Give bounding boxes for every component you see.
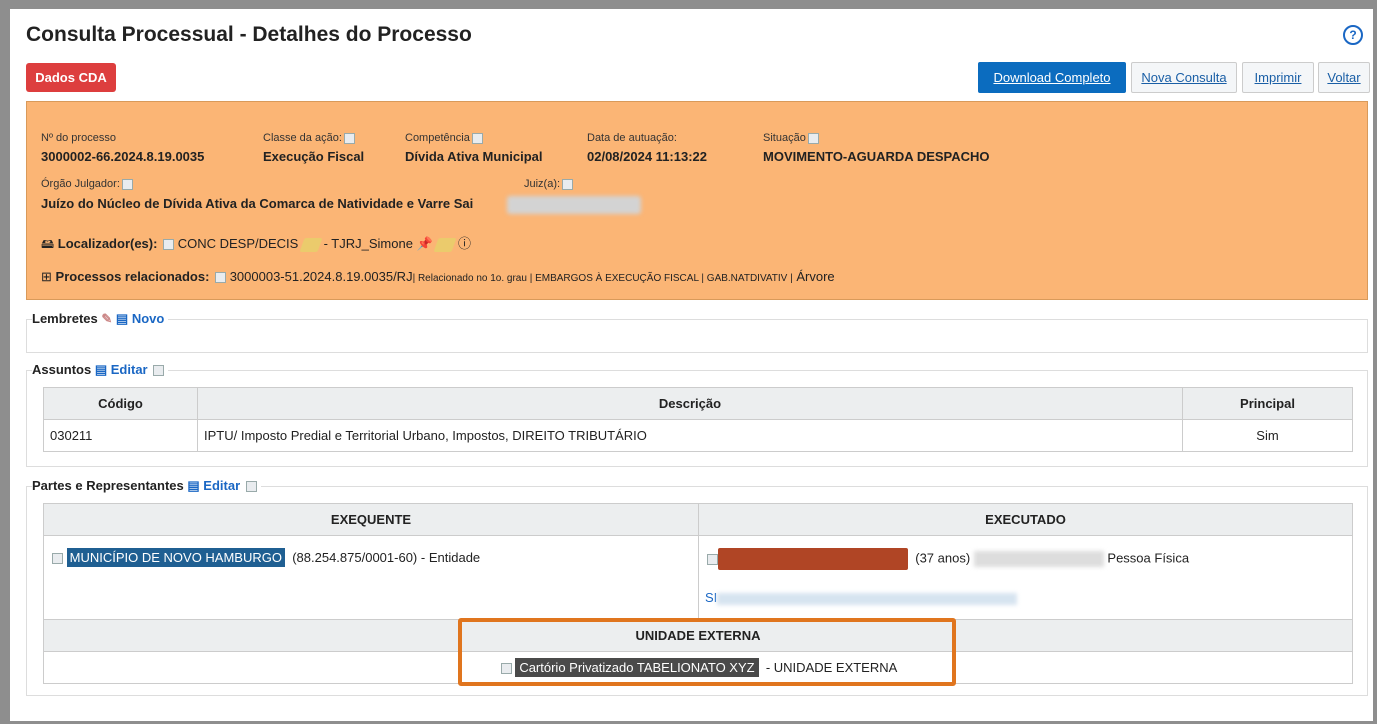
editar-assuntos-link[interactable]: ▤ Editar	[95, 362, 148, 377]
relacionado-numero[interactable]: 3000003-51.2024.8.19.0035/RJ	[230, 269, 413, 284]
table-row: 030211 IPTU/ Imposto Predial e Territori…	[43, 419, 1353, 452]
table-row: MUNICÍPIO DE NOVO HAMBURGO (88.254.875/0…	[43, 535, 1353, 620]
info-icon[interactable]	[245, 481, 257, 493]
info-icon[interactable]	[471, 132, 483, 144]
competencia-value: Dívida Ativa Municipal	[405, 149, 543, 164]
numero-label: Nº do processo	[41, 132, 116, 144]
info-icon[interactable]	[562, 178, 574, 190]
assuntos-table: Código Descrição Principal 030211 IPTU/ …	[43, 387, 1353, 452]
info-icon[interactable]	[52, 553, 63, 565]
novo-link[interactable]: ▤ Novo	[116, 311, 164, 326]
highlight-outline	[458, 618, 956, 686]
server-icon: 🖴	[41, 236, 55, 251]
col-principal: Principal	[1182, 387, 1353, 420]
executado-idade: (37 anos)	[915, 550, 971, 566]
imprimir-button[interactable]: Imprimir	[1242, 62, 1314, 93]
info-icon[interactable]	[707, 553, 718, 565]
editar-partes-link[interactable]: ▤ Editar	[187, 478, 240, 493]
process-header-panel: Nº do processo 3000002-66.2024.8.19.0035…	[26, 101, 1368, 300]
relacionados-line: ⊞ Processos relacionados: 3000003-51.202…	[41, 269, 835, 284]
localizador-2[interactable]: - TJRJ_Simone	[324, 236, 413, 251]
codigo-cell: 030211	[43, 419, 198, 452]
executado-cell: (37 anos) Pessoa Física SI	[698, 535, 1353, 620]
data-label: Data de autuação:	[587, 132, 677, 144]
tree-icon: ⊞	[41, 269, 52, 284]
principal-cell: Sim	[1182, 419, 1353, 452]
page-frame: Consulta Processual - Detalhes do Proces…	[10, 9, 1373, 721]
col-exequente: EXEQUENTE	[43, 503, 699, 536]
juiz-label: Juiz(a):	[524, 178, 574, 190]
pin-icon[interactable]: 📌	[417, 236, 433, 251]
exequente-cell: MUNICÍPIO DE NOVO HAMBURGO (88.254.875/0…	[43, 535, 699, 620]
classe-value: Execução Fiscal	[263, 149, 365, 164]
info-icon[interactable]	[215, 272, 227, 284]
data-value: 02/08/2024 11:13:22	[587, 149, 707, 164]
numero-value: 3000002-66.2024.8.19.0035	[41, 149, 205, 164]
exequente-tipo: - Entidade	[420, 550, 481, 565]
exequente-nome[interactable]: MUNICÍPIO DE NOVO HAMBURGO	[66, 548, 285, 567]
table-header: EXEQUENTE EXECUTADO	[43, 503, 1353, 536]
edit-icon[interactable]	[433, 237, 457, 252]
redacted-executado-doc	[973, 551, 1104, 567]
info-icon[interactable]	[343, 132, 355, 144]
info-icon[interactable]	[807, 132, 819, 144]
page-title: Consulta Processual - Detalhes do Proces…	[26, 23, 472, 46]
localizador-1[interactable]: CONC DESP/DECIS	[178, 236, 299, 251]
col-executado: EXECUTADO	[698, 503, 1353, 536]
arvore-link[interactable]: Árvore	[796, 269, 834, 284]
info-icon[interactable]	[163, 239, 175, 251]
redacted-executado-nome[interactable]	[718, 548, 908, 570]
help-icon[interactable]: ⓘ	[458, 236, 471, 251]
dados-cda-button[interactable]: Dados CDA	[26, 63, 116, 92]
redacted-juiz	[507, 196, 641, 214]
info-icon[interactable]	[121, 178, 133, 190]
localizadores-line: 🖴 Localizador(es): CONC DESP/DECIS - TJR…	[41, 236, 472, 252]
partes-title: Partes e Representantes ▤ Editar	[32, 478, 261, 494]
exequente-doc: (88.254.875/0001-60)	[292, 550, 418, 565]
competencia-label: Competência	[405, 132, 483, 144]
pencil-icon[interactable]: ✎	[101, 311, 112, 326]
executado-link[interactable]: SI	[705, 590, 1018, 605]
nova-consulta-button[interactable]: Nova Consulta	[1131, 62, 1237, 93]
table-header: Código Descrição Principal	[43, 387, 1353, 420]
orgao-label: Órgão Julgador:	[41, 178, 133, 190]
lembretes-title: Lembretes ✎ ▤ Novo	[32, 311, 169, 327]
relacionado-detalhe: | Relacionado no 1o. grau | EMBARGOS À E…	[412, 273, 793, 284]
classe-label: Classe da ação:	[263, 132, 355, 144]
assuntos-title: Assuntos ▤ Editar	[32, 362, 169, 378]
situacao-label: Situação	[763, 132, 819, 144]
situacao-value: MOVIMENTO-AGUARDA DESPACHO	[763, 149, 990, 164]
info-icon[interactable]	[153, 365, 165, 377]
orgao-value: Juízo do Núcleo de Dívida Ativa da Comar…	[41, 196, 474, 211]
download-completo-button[interactable]: Download Completo	[978, 62, 1126, 93]
col-descricao: Descrição	[197, 387, 1183, 420]
lembretes-section	[26, 319, 1368, 353]
question-circle-icon[interactable]: ?	[1343, 25, 1363, 45]
voltar-button[interactable]: Voltar	[1318, 62, 1370, 93]
descricao-cell: IPTU/ Imposto Predial e Territorial Urba…	[197, 419, 1183, 452]
col-codigo: Código	[43, 387, 198, 420]
edit-icon[interactable]	[299, 237, 323, 252]
executado-tipo: Pessoa Física	[1107, 550, 1190, 566]
